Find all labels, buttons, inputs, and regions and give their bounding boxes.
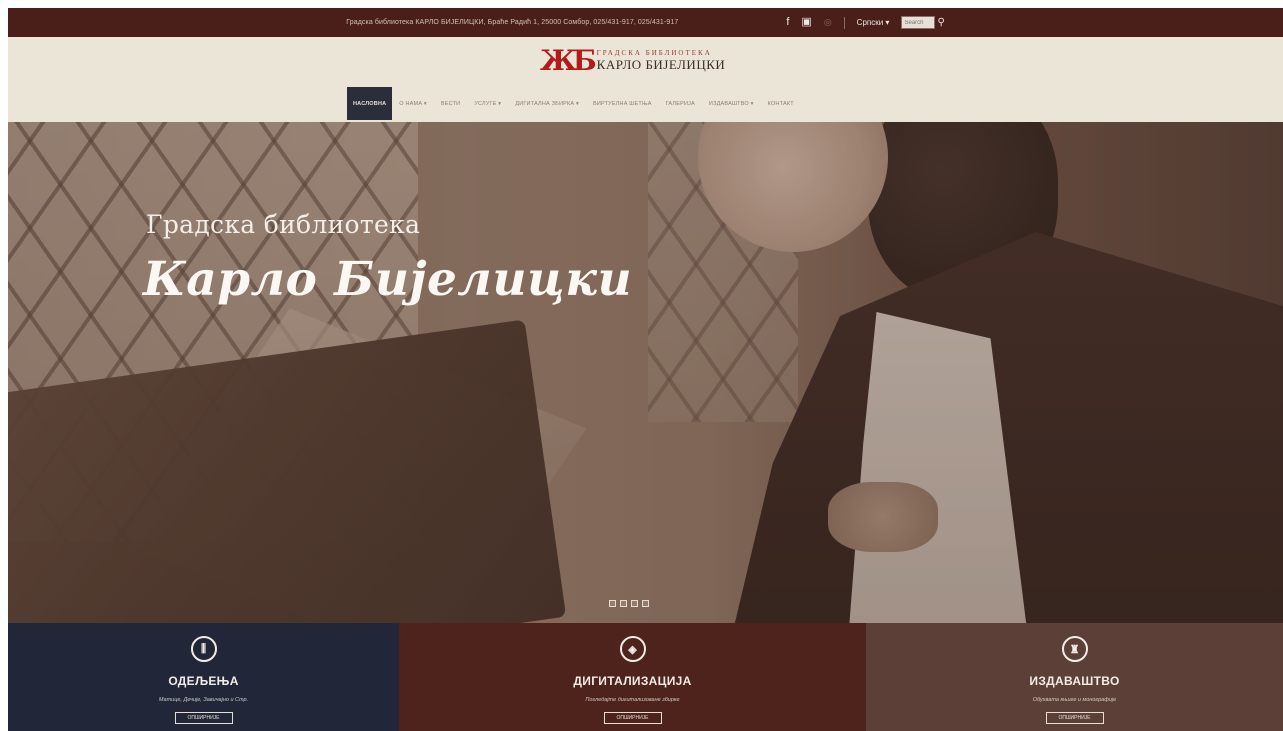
slider-dot[interactable]	[620, 600, 627, 607]
feature-digitalization: ◈ ДИГИТАЛИЗАЦИЈА Погледајте дигитализова…	[399, 623, 866, 731]
feature-more-button[interactable]: ОПШИРНИЈЕ	[1045, 712, 1104, 724]
nav-item-gallery[interactable]: ГАЛЕРИЈА	[659, 87, 702, 120]
chair-icon: ♜	[1061, 636, 1088, 662]
nav-item-contact[interactable]: КОНТАКТ	[761, 87, 801, 120]
logo-mark: ЖБ	[540, 44, 597, 77]
website-page: Градска библиотека КАРЛО БИЈЕЛИЦКИ, Браћ…	[8, 8, 1283, 731]
feature-more-button[interactable]: ОПШИРНИЈЕ	[174, 712, 233, 724]
logo-text: ГРАДСКА БИБЛИОТЕКА КАРЛО БИЈЕЛИЦКИ	[596, 49, 726, 72]
site-logo[interactable]: ЖБ ГРАДСКА БИБЛИОТЕКА КАРЛО БИЈЕЛИЦКИ	[540, 47, 725, 75]
search-input[interactable]	[901, 16, 936, 29]
hero-tint	[8, 122, 1283, 623]
hero-title: Карло Бијелицки	[143, 252, 633, 307]
topbar-divider	[843, 16, 845, 29]
site-header: ЖБ ГРАДСКА БИБЛИОТЕКА КАРЛО БИЈЕЛИЦКИ НА…	[8, 37, 1283, 122]
hero-subtitle: Градска библиотека	[146, 210, 421, 239]
nav-item-virtual-tour[interactable]: ВИРТУЕЛНА ШЕТЊА	[586, 87, 659, 120]
nav-item-news[interactable]: ВЕСТИ	[434, 87, 467, 120]
books-icon: ⫼	[190, 636, 217, 662]
feature-title: ИЗДАВАШТВО	[1029, 674, 1120, 688]
nav-item-home[interactable]: НАСЛОВНА	[347, 87, 393, 120]
feature-publishing: ♜ ИЗДАВАШТВО Обухвата књиге и монографиј…	[866, 623, 1283, 731]
feature-boxes: ⫼ ОДЕЉЕЊА Матице, Дечије, Завичајно и Ст…	[8, 623, 1283, 731]
slider-dots	[609, 600, 649, 607]
slider-dot[interactable]	[642, 600, 649, 607]
logo-line-2: КАРЛО БИЈЕЛИЦКИ	[596, 56, 726, 72]
search-box: ⚲	[901, 16, 945, 29]
nav-item-services[interactable]: УСЛУГЕ ▾	[467, 87, 508, 120]
top-bar: Градска библиотека КАРЛО БИЈЕЛИЦКИ, Браћ…	[8, 8, 1283, 37]
youtube-icon[interactable]: ▣	[801, 17, 811, 28]
contact-info: Градска библиотека КАРЛО БИЈЕЛИЦКИ, Браћ…	[346, 19, 679, 26]
social-icons: f ▣ ◎ Српски ▾ ⚲	[786, 16, 945, 29]
main-nav: НАСЛОВНА О НАМА ▾ ВЕСТИ УСЛУГЕ ▾ ДИГИТАЛ…	[347, 87, 801, 120]
nav-item-about[interactable]: О НАМА ▾	[392, 87, 434, 120]
nav-item-publishing[interactable]: ИЗДАВАШТВО ▾	[702, 87, 761, 120]
feature-description: Обухвата књиге и монографије	[1032, 697, 1117, 703]
feature-more-button[interactable]: ОПШИРНИЈЕ	[603, 712, 662, 724]
search-icon[interactable]: ⚲	[937, 17, 944, 28]
digital-icon: ◈	[619, 636, 646, 662]
slider-dot[interactable]	[609, 600, 616, 607]
nav-item-digital-collection[interactable]: ДИГИТАЛНА ЗБИРКА ▾	[508, 87, 586, 120]
feature-title: ДИГИТАЛИЗАЦИЈА	[573, 674, 692, 688]
feature-description: Матице, Дечије, Завичајно и Стр.	[158, 697, 249, 703]
facebook-icon[interactable]: f	[786, 17, 789, 28]
instagram-icon[interactable]: ◎	[824, 18, 832, 27]
hero-slider[interactable]: Градска библиотека Карло Бијелицки	[8, 122, 1283, 623]
slider-dot[interactable]	[631, 600, 638, 607]
language-selector[interactable]: Српски ▾	[857, 18, 890, 27]
left-edge-decoration	[0, 0, 8, 731]
feature-description: Погледајте дигитализоване збирке	[585, 697, 680, 703]
feature-departments: ⫼ ОДЕЉЕЊА Матице, Дечије, Завичајно и Ст…	[8, 623, 399, 731]
feature-title: ОДЕЉЕЊА	[168, 674, 239, 688]
